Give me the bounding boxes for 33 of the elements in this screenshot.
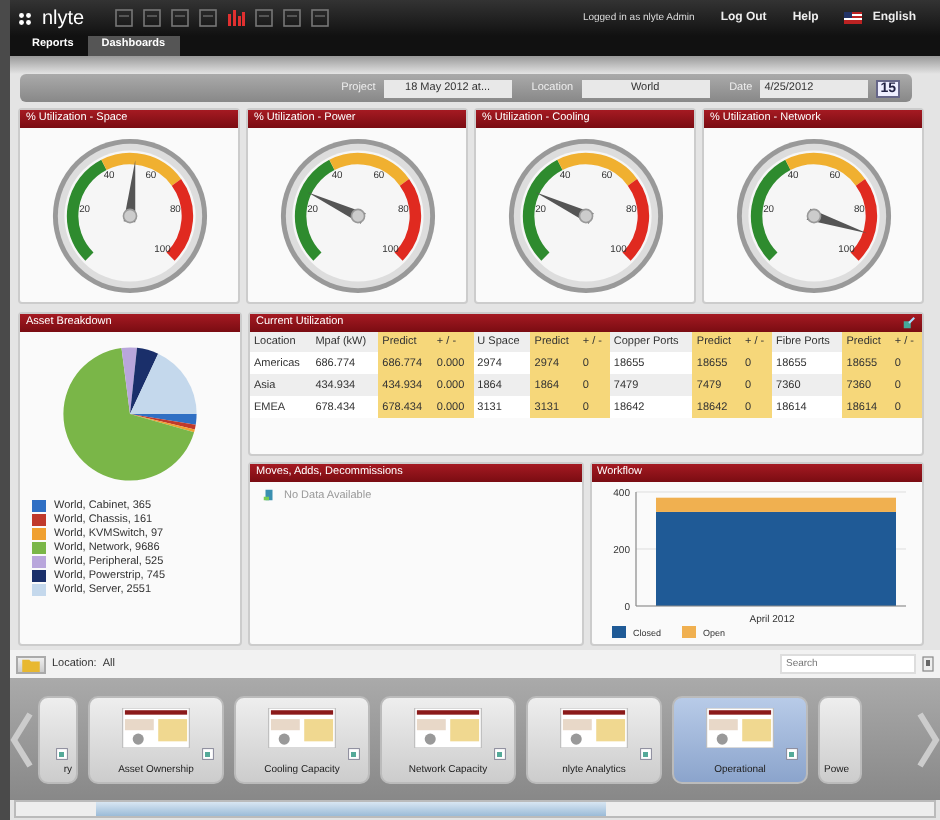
scrollbar[interactable] xyxy=(14,800,936,818)
scrollbar-thumb[interactable] xyxy=(96,802,606,816)
document-icon xyxy=(494,747,506,759)
window-icon[interactable] xyxy=(254,8,275,28)
window-icon[interactable] xyxy=(114,8,135,28)
gauge-needle xyxy=(121,159,137,223)
flag-icon xyxy=(844,12,863,24)
folder-button[interactable] xyxy=(16,655,46,673)
dashboard-thumbnail-drawing xyxy=(706,707,774,747)
dashboard-thumbnail-drawing xyxy=(560,707,628,747)
document-icon xyxy=(202,747,214,759)
dashboard-thumbnail-drawing xyxy=(122,707,190,747)
export-icon[interactable] xyxy=(902,316,916,330)
logo-text: nlyte xyxy=(42,7,85,29)
dashboard-thumbnail-drawing xyxy=(414,707,482,747)
window-icon[interactable] xyxy=(282,8,303,28)
gauge-needle xyxy=(805,207,867,233)
gauge-needle xyxy=(306,191,365,223)
document-icon xyxy=(786,747,798,759)
document-icon xyxy=(348,747,360,759)
document-icon xyxy=(56,747,68,759)
window-icon[interactable] xyxy=(198,8,219,28)
pin-icon[interactable] xyxy=(922,656,934,672)
info-icon xyxy=(262,488,276,502)
document-icon xyxy=(640,747,652,759)
window-icon[interactable] xyxy=(170,8,191,28)
folder-icon xyxy=(22,657,40,671)
window-icon[interactable] xyxy=(142,8,163,28)
dots-icon xyxy=(18,11,32,25)
gauge-needle xyxy=(534,191,593,223)
bar-chart-icon[interactable] xyxy=(226,8,247,28)
window-icon[interactable] xyxy=(310,8,331,28)
dashboard-thumbnail-drawing xyxy=(268,707,336,747)
